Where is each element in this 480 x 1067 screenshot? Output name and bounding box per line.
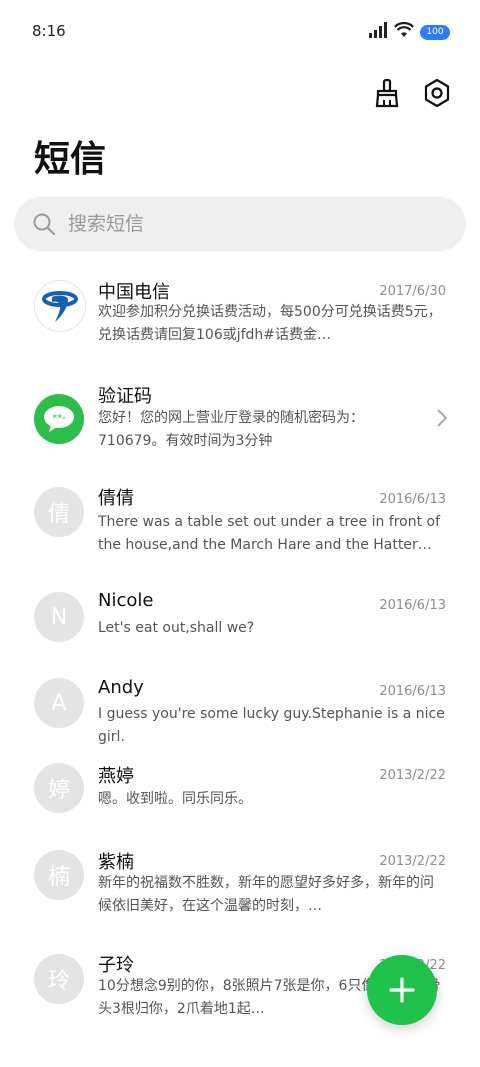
status-time: 8:16 [32, 22, 66, 40]
contact-avatar: A [34, 678, 84, 728]
conversation-preview: There was a table set out under a tree i… [98, 514, 441, 553]
conversation-date: 2013/2/22 [379, 854, 446, 869]
conversation-item[interactable]: A Andy 2016/6/13 I guess you're some luc… [0, 662, 480, 762]
conversation-item[interactable]: 婷 燕婷 2013/2/22 嗯。收到啦。同乐同乐。 [0, 748, 480, 848]
conversation-preview: 嗯。收到啦。同乐同乐。 [98, 791, 252, 807]
top-actions [372, 78, 452, 108]
signal-icon [368, 22, 388, 42]
conversation-name: Nicole [98, 590, 154, 611]
verification-chat-icon: **- [34, 394, 84, 444]
plus-icon [389, 977, 415, 1003]
contact-avatar: 婷 [34, 763, 84, 813]
status-bar: 8:16 100 [0, 0, 480, 64]
contact-avatar: N [34, 592, 84, 642]
conversation-name: 子玲 [98, 955, 134, 976]
conversation-item[interactable]: 倩 倩倩 2016/6/13 There was a table set out… [0, 470, 480, 570]
search-bar[interactable] [14, 197, 466, 251]
conversation-preview: 欢迎参加积分兑换话费活动，每500分可兑换话费5元，兑换话费请回复106或jfd… [98, 304, 442, 343]
svg-text:**-: **- [52, 413, 66, 424]
contact-avatar: 玲 [34, 954, 84, 1004]
broom-icon[interactable] [372, 78, 402, 108]
settings-hexagon-icon[interactable] [422, 78, 452, 108]
conversation-name: Andy [98, 677, 144, 698]
battery-icon: 100 [420, 24, 450, 40]
chevron-right-icon [436, 408, 448, 432]
conversation-item[interactable]: **- 验证码 您好！您的网上营业厅登录的随机密码为：710679。有效时间为3… [0, 366, 480, 466]
contact-avatar: 楠 [34, 850, 84, 900]
conversation-date: 2013/2/22 [379, 768, 446, 783]
conversation-name: 紫楠 [98, 852, 134, 873]
conversation-date: 2017/6/30 [379, 284, 446, 299]
wifi-icon [394, 21, 414, 42]
conversation-item[interactable]: N Nicole 2016/6/13 Let's eat out,shall w… [0, 574, 480, 674]
contact-avatar: 倩 [34, 487, 84, 537]
conversation-date: 2016/6/13 [379, 684, 446, 699]
page-title: 短信 [34, 139, 107, 180]
conversation-date: 2016/6/13 [379, 492, 446, 507]
conversation-name: 验证码 [98, 386, 152, 407]
china-telecom-logo-icon [34, 280, 86, 332]
search-icon [32, 212, 56, 236]
conversation-preview: I guess you're some lucky guy.Stephanie … [98, 706, 445, 745]
conversation-preview: 您好！您的网上营业厅登录的随机密码为：710679。有效时间为3分钟 [98, 410, 364, 449]
conversation-item[interactable]: 楠 紫楠 2013/2/22 新年的祝福数不胜数，新年的愿望好多好多，新年的问候… [0, 834, 480, 934]
new-message-button[interactable] [367, 955, 437, 1025]
search-input[interactable] [66, 212, 430, 236]
conversation-preview: 新年的祝福数不胜数，新年的愿望好多好多，新年的问候依旧美好，在这个温馨的时刻，… [98, 875, 434, 914]
conversation-date: 2016/6/13 [379, 598, 446, 613]
conversation-preview: Let's eat out,shall we? [98, 620, 255, 636]
conversation-name: 倩倩 [98, 488, 134, 509]
conversation-item[interactable]: 中国电信 2017/6/30 欢迎参加积分兑换话费活动，每500分可兑换话费5元… [0, 262, 480, 362]
status-icons: 100 [368, 21, 450, 42]
conversation-name: 燕婷 [98, 766, 134, 787]
